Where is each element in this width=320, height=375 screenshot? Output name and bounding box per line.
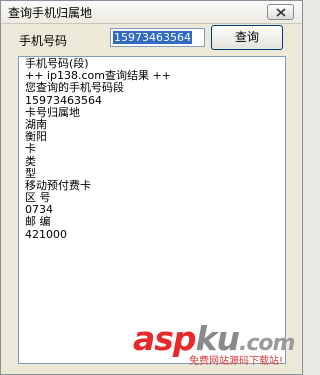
result-lines: 手机号码(段) ++ ip138.com查询结果 ++ 您查询的手机号码段 15973… <box>25 57 171 241</box>
result-line: 15973463564 <box>25 93 102 107</box>
close-button[interactable] <box>267 4 294 20</box>
phone-label: 手机号码 <box>19 34 68 48</box>
phone-input[interactable]: 15973463564 <box>110 28 205 47</box>
result-line: 421000 <box>25 227 67 241</box>
phone-input-value: 15973463564 <box>113 31 192 44</box>
result-textarea[interactable]: 手机号码(段) ++ ip138.com查询结果 ++ 您查询的手机号码段 15973… <box>18 56 286 364</box>
result-line: 邮 编 <box>25 215 51 229</box>
result-line: 您查询的手机号码段 <box>25 81 124 95</box>
watermark-logo: aspku.com 免费网站源码下载站! <box>133 322 295 367</box>
title-bar: 查询手机归属地 <box>1 1 302 24</box>
result-line: 类 <box>25 154 36 168</box>
result-line: 卡 <box>25 142 36 156</box>
watermark-subtitle: 免费网站源码下载站! <box>189 356 284 367</box>
close-icon <box>276 8 286 17</box>
window-title: 查询手机归属地 <box>8 6 93 20</box>
result-line: 衡阳 <box>25 130 47 144</box>
query-button[interactable]: 查询 <box>211 25 283 50</box>
